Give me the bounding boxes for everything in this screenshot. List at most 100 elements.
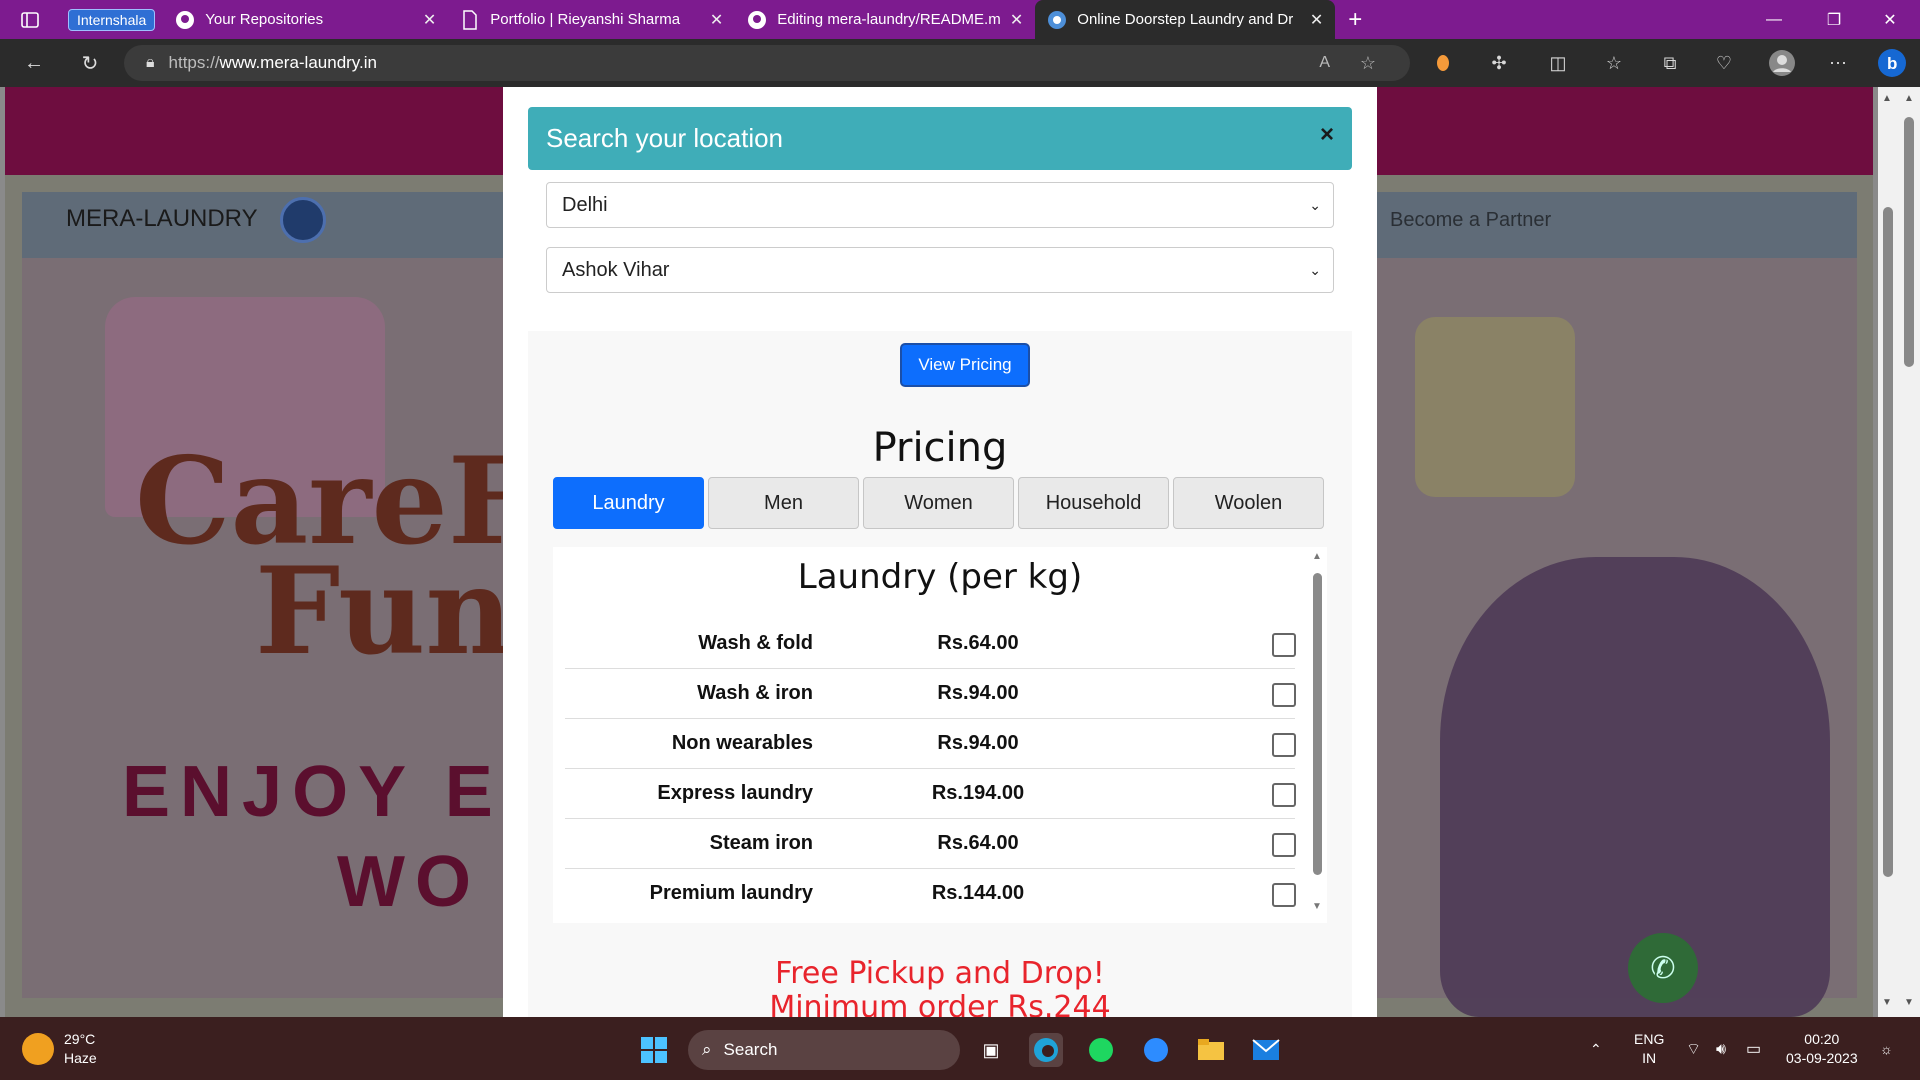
area-value: Ashok Vihar — [562, 258, 670, 281]
close-tab-icon[interactable]: ✕ — [1010, 10, 1023, 30]
notification-icon[interactable]: ☼ — [1880, 1040, 1893, 1059]
item-name: Premium laundry — [649, 882, 813, 904]
task-view-icon[interactable]: ▣ — [974, 1033, 1008, 1067]
area-select[interactable]: Ashok Vihar ⌄ — [546, 247, 1334, 293]
scroll-up-icon[interactable]: ▲ — [1312, 551, 1322, 562]
tab-title: Your Repositories — [205, 11, 324, 28]
weather-condition: Haze — [64, 1050, 97, 1066]
pricing-section: Pricing Laundry Men Women Household Wool… — [528, 397, 1352, 1017]
item-price: Rs.64.00 — [937, 832, 1019, 854]
minimize-icon[interactable]: — — [1746, 0, 1802, 39]
modal-header: Search your location × — [528, 107, 1352, 170]
bing-icon[interactable]: b — [1874, 45, 1910, 81]
scroll-up-icon[interactable]: ▲ — [1882, 93, 1892, 104]
item-price: Rs.64.00 — [937, 632, 1019, 654]
city-value: Delhi — [562, 193, 608, 216]
item-price: Rs.94.00 — [937, 732, 1019, 754]
back-icon[interactable]: ← — [12, 41, 56, 85]
tab-women[interactable]: Women — [863, 477, 1014, 529]
language-indicator[interactable]: ENG IN — [1634, 1030, 1664, 1068]
tab-laundry[interactable]: Laundry — [553, 477, 704, 529]
whatsapp-icon[interactable]: ✆ — [1628, 933, 1698, 1003]
chevron-down-icon: ⌄ — [1309, 261, 1321, 278]
wifi-icon[interactable]: ⌔ — [1686, 1040, 1701, 1059]
close-tab-icon[interactable]: ✕ — [1310, 10, 1323, 30]
modal-title: Search your location — [546, 123, 784, 153]
collections-icon[interactable]: ⧉ — [1652, 45, 1688, 81]
windows-start-icon[interactable] — [637, 1033, 671, 1067]
city-select[interactable]: Delhi ⌄ — [546, 182, 1334, 228]
read-aloud-icon[interactable]: A — [1319, 54, 1330, 72]
edge-icon[interactable] — [1029, 1033, 1063, 1067]
item-name: Express laundry — [657, 782, 813, 804]
tab-mera-laundry[interactable]: Online Doorstep Laundry and Dr ✕ — [1035, 0, 1336, 39]
close-window-icon[interactable]: ✕ — [1862, 0, 1918, 39]
browser-sidebar-scrollbar[interactable]: ▲ ▼ — [1898, 87, 1920, 1017]
hero-subheading: ENJOY E WO — [122, 752, 503, 922]
search-label: Search — [723, 1040, 778, 1059]
volume-icon[interactable]: 🔊︎ — [1716, 1040, 1726, 1059]
split-screen-icon[interactable]: ◫ — [1540, 45, 1576, 81]
scrollbar-thumb[interactable] — [1883, 207, 1893, 877]
item-checkbox[interactable] — [1272, 733, 1296, 757]
close-tab-icon[interactable]: ✕ — [423, 10, 436, 30]
extension-icon[interactable] — [1425, 45, 1461, 81]
close-icon[interactable]: × — [1320, 121, 1334, 149]
tab-household[interactable]: Household — [1018, 477, 1169, 529]
scrollbar-thumb[interactable] — [1313, 573, 1322, 875]
page-scrollbar[interactable]: ▲ ▼ — [1878, 87, 1898, 1017]
tab-title: Online Doorstep Laundry and Dr — [1077, 11, 1294, 28]
item-name: Steam iron — [709, 832, 813, 854]
chevron-up-icon[interactable]: ⌃ — [1590, 1040, 1602, 1059]
list-scrollbar[interactable]: ▲ ▼ — [1307, 547, 1327, 923]
item-checkbox[interactable] — [1272, 683, 1296, 707]
scroll-up-icon[interactable]: ▲ — [1904, 93, 1914, 104]
item-checkbox[interactable] — [1272, 833, 1296, 857]
item-checkbox[interactable] — [1272, 783, 1296, 807]
scroll-down-icon[interactable]: ▼ — [1904, 997, 1914, 1008]
new-tab-icon[interactable]: + — [1335, 0, 1375, 39]
more-icon[interactable]: ⋯ — [1820, 45, 1856, 81]
close-tab-icon[interactable]: ✕ — [710, 10, 723, 30]
item-price: Rs.144.00 — [931, 882, 1025, 904]
restore-icon[interactable]: ❐ — [1806, 0, 1862, 39]
chevron-down-icon: ⌄ — [1309, 196, 1321, 213]
weather-widget[interactable]: 29°C Haze — [22, 1030, 97, 1068]
clock[interactable]: 00:20 03-09-2023 — [1786, 1030, 1858, 1068]
favorites-icon[interactable]: ☆ — [1596, 45, 1632, 81]
extensions-puzzle-icon[interactable]: ✣ — [1481, 45, 1517, 81]
profile-avatar[interactable] — [1764, 45, 1800, 81]
scroll-down-icon[interactable]: ▼ — [1312, 901, 1322, 912]
temperature: 29°C — [64, 1031, 96, 1047]
site-brand[interactable]: MERA-LAUNDRY — [66, 205, 258, 233]
page-icon — [460, 9, 480, 30]
price-list: Laundry (per kg) Wash & fold Rs.64.00 Wa… — [553, 547, 1327, 923]
tab-men[interactable]: Men — [708, 477, 859, 529]
file-explorer-icon[interactable] — [1194, 1033, 1228, 1067]
zoom-icon[interactable] — [1139, 1033, 1173, 1067]
tab-actions-icon[interactable] — [0, 0, 60, 39]
taskbar-search[interactable]: ⌕ Search — [688, 1030, 960, 1070]
become-partner-link[interactable]: Become a Partner — [1390, 209, 1551, 232]
list-item: Express laundry Rs.194.00 — [565, 769, 1296, 819]
tab-portfolio[interactable]: Portfolio | Rieyanshi Sharma ✕ — [448, 0, 735, 39]
tab-group-label[interactable]: Internshala — [68, 8, 156, 31]
scrollbar-thumb[interactable] — [1904, 117, 1914, 367]
tab-your-repositories[interactable]: Your Repositories ✕ — [163, 0, 448, 39]
health-icon[interactable]: ♡ — [1706, 45, 1742, 81]
refresh-icon[interactable]: ↻ — [68, 41, 112, 85]
view-pricing-button[interactable]: View Pricing — [900, 343, 1030, 387]
spotify-icon[interactable] — [1084, 1033, 1118, 1067]
favorite-star-icon[interactable]: ☆ — [1360, 53, 1376, 74]
url-box[interactable]: 🔒︎ https://www.mera-laundry.in A ☆ — [124, 45, 1410, 81]
url-text: https://www.mera-laundry.in — [168, 53, 378, 72]
item-price: Rs.194.00 — [931, 782, 1025, 804]
mail-icon[interactable] — [1249, 1033, 1283, 1067]
scroll-down-icon[interactable]: ▼ — [1882, 997, 1892, 1008]
item-name: Non wearables — [671, 732, 813, 754]
item-checkbox[interactable] — [1272, 633, 1296, 657]
item-checkbox[interactable] — [1272, 883, 1296, 907]
tab-editing-readme[interactable]: Editing mera-laundry/README.m ✕ — [735, 0, 1035, 39]
tab-woolen[interactable]: Woolen — [1173, 477, 1324, 529]
battery-icon[interactable]: ▭ — [1746, 1040, 1761, 1059]
